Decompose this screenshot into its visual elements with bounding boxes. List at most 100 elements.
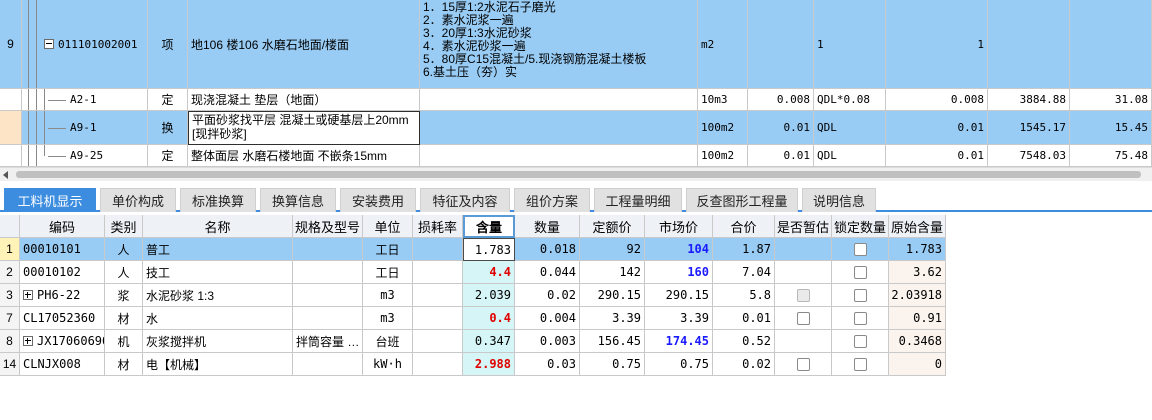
collapse-icon[interactable]: [44, 39, 54, 49]
tab-labor-material-machine[interactable]: 工料机显示: [4, 188, 96, 212]
checkbox[interactable]: [853, 334, 867, 348]
checkbox[interactable]: [853, 288, 867, 302]
code-cell[interactable]: 011101002001: [22, 0, 148, 89]
tab-standard-conversion[interactable]: 标准换算: [180, 188, 256, 212]
resource-row[interactable]: 14 CLNJX008 材电【机械】 kW·h 2.988 0.03 0.75 0.75 0.0…: [0, 353, 946, 376]
expr-cell[interactable]: QDL: [814, 111, 886, 145]
checkbox[interactable]: [853, 265, 867, 279]
tab-features-content[interactable]: 特征及内容: [420, 188, 510, 212]
market-price-cell[interactable]: 174.45: [645, 330, 713, 353]
code-cell[interactable]: 00010101: [20, 238, 105, 261]
feature-cell[interactable]: [420, 145, 698, 167]
spec-cell[interactable]: [293, 284, 363, 307]
loss-rate-cell[interactable]: [413, 238, 463, 261]
header-unit[interactable]: 单位: [363, 215, 413, 238]
name-cell[interactable]: 电【机械】: [143, 353, 293, 376]
lock-quantity-cell[interactable]: [832, 238, 889, 261]
spec-cell[interactable]: [293, 307, 363, 330]
content-cell[interactable]: 0.01: [748, 111, 814, 145]
code-cell[interactable]: CLNJX008: [20, 353, 105, 376]
name-cell[interactable]: 水: [143, 307, 293, 330]
checkbox[interactable]: [853, 357, 867, 371]
horizontal-scrollbar[interactable]: [0, 167, 1152, 181]
header-amount[interactable]: 数量: [515, 215, 580, 238]
checkbox[interactable]: [796, 311, 810, 325]
code-cell[interactable]: 00010102: [20, 261, 105, 284]
content-cell[interactable]: 4.4: [463, 261, 515, 284]
feature-cell[interactable]: [420, 111, 698, 145]
name-cell-editing[interactable]: 平面砂浆找平层 混凝土或硬基层上20mm [现拌砂浆]: [188, 111, 420, 145]
header-original-content[interactable]: 原始含量: [889, 215, 946, 238]
header-loss-rate[interactable]: 损耗率: [413, 215, 463, 238]
tab-installation-fee[interactable]: 安装费用: [340, 188, 416, 212]
loss-rate-cell[interactable]: [413, 307, 463, 330]
estimated-cell[interactable]: [775, 307, 832, 330]
feature-cell[interactable]: 1．15厚1:2水泥石子磨光 2．素水泥浆一遍 3．20厚1:3水泥砂浆 4．素…: [420, 0, 698, 89]
market-price-cell[interactable]: 104: [645, 238, 713, 261]
spec-cell[interactable]: [293, 261, 363, 284]
item-row-A2-1[interactable]: A2-1 定 现浇混凝土 垫层（地面） 10m3 0.008 QDL*0.08 …: [0, 89, 1152, 111]
loss-rate-cell[interactable]: [413, 261, 463, 284]
resource-row[interactable]: 1 00010101 人普工 工日 1.783 0.018 92 104 1.87 1.783: [0, 238, 946, 261]
estimated-cell[interactable]: [775, 238, 832, 261]
market-price-cell[interactable]: 290.15: [645, 284, 713, 307]
checkbox[interactable]: [796, 357, 810, 371]
name-cell[interactable]: 灰浆搅拌机: [143, 330, 293, 353]
header-name[interactable]: 名称: [143, 215, 293, 238]
content-cell[interactable]: 1.783: [463, 238, 515, 261]
header-code[interactable]: 编码: [20, 215, 105, 238]
code-cell[interactable]: PH6-22: [20, 284, 105, 307]
code-cell[interactable]: CL17052360: [20, 307, 105, 330]
content-cell[interactable]: 2.988: [463, 353, 515, 376]
content-cell[interactable]: 0.4: [463, 307, 515, 330]
content-cell[interactable]: 0.347: [463, 330, 515, 353]
resource-row[interactable]: 2 00010102 人技工 工日 4.4 0.044 142 160 7.04 3.62: [0, 261, 946, 284]
resource-row[interactable]: 8 JX17060690 机灰浆搅拌机 拌筒容量 … 台班 0.347 0.003 156.4…: [0, 330, 946, 353]
header-total[interactable]: 合价: [713, 215, 775, 238]
loss-rate-cell[interactable]: [413, 284, 463, 307]
lock-quantity-cell[interactable]: [832, 261, 889, 284]
name-cell[interactable]: 现浇混凝土 垫层（地面）: [188, 89, 420, 111]
market-price-cell[interactable]: 3.39: [645, 307, 713, 330]
resource-row[interactable]: 3 PH6-22 浆水泥砂浆 1:3 m3 2.039 0.02 290.15 290.15 5…: [0, 284, 946, 307]
name-cell[interactable]: 水泥砂浆 1:3: [143, 284, 293, 307]
lock-quantity-cell[interactable]: [832, 330, 889, 353]
header-lock-quantity[interactable]: 锁定数量: [832, 215, 889, 238]
feature-cell[interactable]: [420, 89, 698, 111]
lock-quantity-cell[interactable]: [832, 284, 889, 307]
spec-cell[interactable]: [293, 353, 363, 376]
content-cell[interactable]: 0.01: [748, 145, 814, 167]
scroll-left-icon[interactable]: [3, 171, 8, 179]
loss-rate-cell[interactable]: [413, 330, 463, 353]
expand-icon[interactable]: [23, 290, 33, 300]
market-price-cell[interactable]: 0.75: [645, 353, 713, 376]
tab-pricing-scheme[interactable]: 组价方案: [514, 188, 590, 212]
lock-quantity-cell[interactable]: [832, 353, 889, 376]
estimated-cell[interactable]: [775, 353, 832, 376]
content-cell[interactable]: 0.008: [748, 89, 814, 111]
code-cell[interactable]: A9-25: [22, 145, 148, 167]
market-price-cell[interactable]: 160: [645, 261, 713, 284]
content-cell[interactable]: 2.039: [463, 284, 515, 307]
header-category[interactable]: 类别: [105, 215, 143, 238]
name-cell[interactable]: 整体面层 水磨石楼地面 不嵌条15mm: [188, 145, 420, 167]
expand-icon[interactable]: [23, 336, 33, 346]
loss-rate-cell[interactable]: [413, 353, 463, 376]
tab-reverse-graphic-quantity[interactable]: 反查图形工程量: [686, 188, 798, 212]
header-content[interactable]: 含量: [463, 215, 515, 238]
estimated-cell[interactable]: [775, 284, 832, 307]
item-row-A9-25[interactable]: A9-25 定 整体面层 水磨石楼地面 不嵌条15mm 100m2 0.01 Q…: [0, 145, 1152, 167]
tab-conversion-info[interactable]: 换算信息: [260, 188, 336, 212]
name-cell[interactable]: 普工: [143, 238, 293, 261]
code-cell[interactable]: A2-1: [22, 89, 148, 111]
tab-description-info[interactable]: 说明信息: [802, 188, 876, 212]
header-base-price[interactable]: 定额价: [580, 215, 645, 238]
expr-cell[interactable]: QDL: [814, 145, 886, 167]
tab-quantity-details[interactable]: 工程量明细: [594, 188, 682, 212]
item-row-9[interactable]: 9 011101002001 项 地106 楼106 水磨石地面/楼面 1．15…: [0, 0, 1152, 89]
code-cell[interactable]: JX17060690: [20, 330, 105, 353]
expr-cell[interactable]: QDL*0.08: [814, 89, 886, 111]
item-row-A9-1[interactable]: A9-1 换 平面砂浆找平层 混凝土或硬基层上20mm [现拌砂浆] 100m2…: [0, 111, 1152, 145]
header-market-price[interactable]: 市场价: [645, 215, 713, 238]
name-cell[interactable]: 地106 楼106 水磨石地面/楼面: [188, 0, 420, 89]
